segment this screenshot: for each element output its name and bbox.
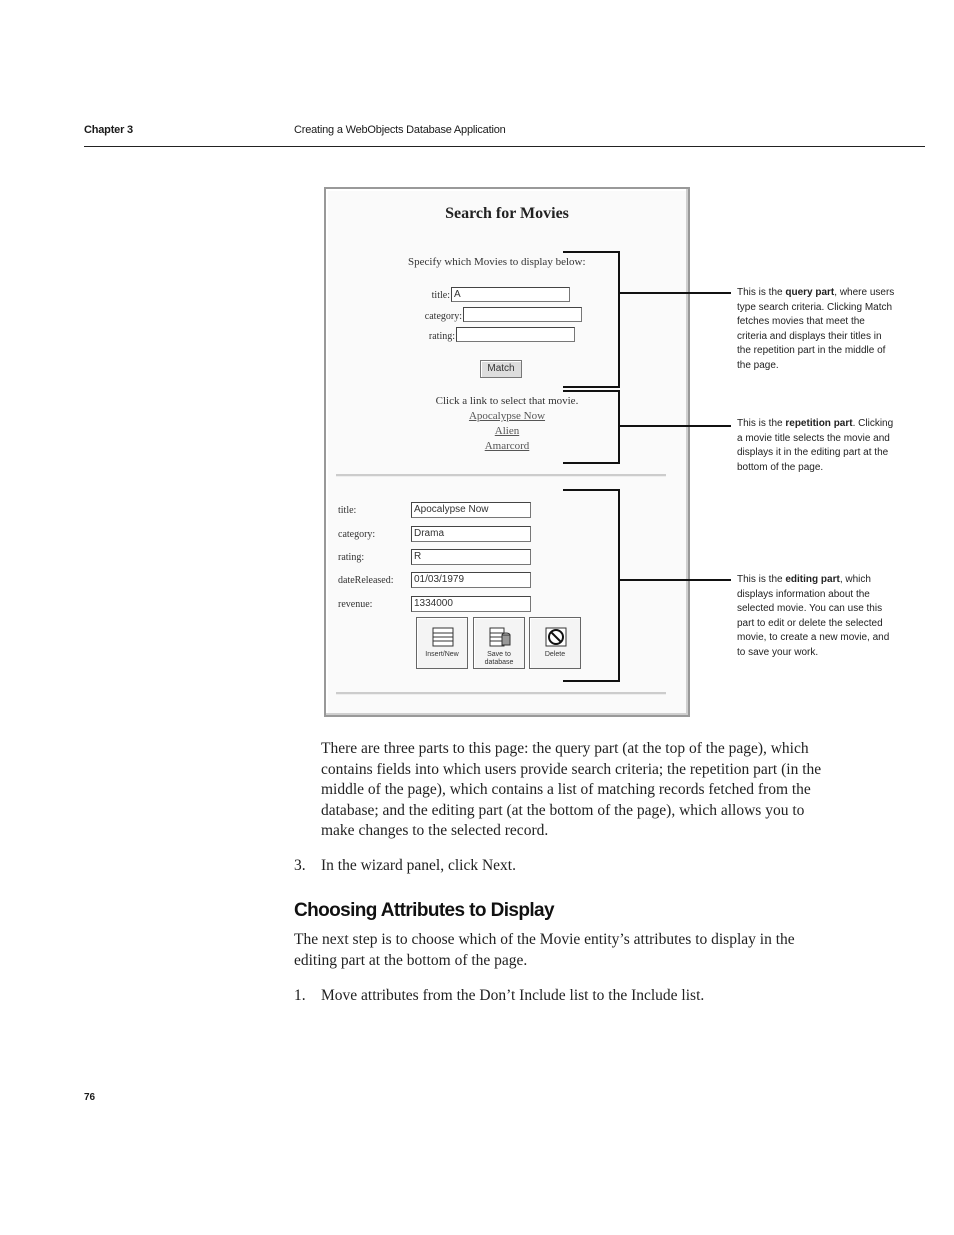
movie-link-apocalypse-now[interactable]: Apocalypse Now (326, 410, 688, 422)
query-part-bracket (563, 251, 620, 388)
query-rating-label: rating: (428, 331, 455, 342)
header-rule (84, 146, 925, 147)
repetition-part-callout: This is the repetition part. Clicking a … (737, 418, 894, 473)
edit-revenue-input[interactable]: 1334000 (411, 596, 531, 612)
edit-date-released-input[interactable]: 01/03/1979 (411, 572, 531, 588)
next-step-paragraph: The next step is to choose which of the … (294, 931, 795, 969)
three-parts-paragraph: There are three parts to this page: the … (321, 740, 822, 839)
query-part-callout: This is the query part, where users type… (737, 287, 895, 371)
query-category-label: category: (424, 311, 462, 322)
query-part-leader (619, 292, 731, 294)
save-to-database-button[interactable]: Save to database (473, 617, 525, 669)
edit-title-label: title: (338, 505, 357, 516)
search-movies-screenshot: Search for Movies Specify which Movies t… (324, 187, 690, 717)
repetition-part-leader (619, 425, 731, 427)
repetition-part-bracket (563, 390, 620, 464)
section-heading: Choosing Attributes to Display (294, 900, 555, 921)
edit-revenue-label: revenue: (338, 599, 373, 610)
editing-part-leader (619, 579, 731, 581)
running-title: Creating a WebObjects Database Applicati… (294, 124, 506, 136)
query-rating-input[interactable] (456, 327, 575, 342)
editing-part-callout: This is the editing part, which displays… (737, 574, 890, 658)
insert-new-icon (432, 627, 454, 647)
save-to-database-icon (489, 627, 511, 647)
query-prompt: Specify which Movies to display below: (408, 256, 586, 268)
step-1-number: 1. (294, 987, 306, 1004)
edit-category-label: category: (338, 529, 376, 540)
edit-rating-input[interactable]: R (411, 549, 531, 565)
chapter-label: Chapter 3 (84, 124, 133, 136)
screenshot-title: Search for Movies (445, 205, 569, 222)
insert-new-button[interactable]: Insert/New (416, 617, 468, 669)
repetition-prompt: Click a link to select that movie. (435, 395, 579, 407)
edit-title-input[interactable]: Apocalypse Now (411, 502, 531, 518)
step-3-text: In the wizard panel, click Next. (321, 857, 516, 874)
movie-link-amarcord[interactable]: Amarcord (326, 440, 688, 452)
query-title-input[interactable]: A (451, 287, 570, 302)
step-3-number: 3. (294, 857, 306, 874)
edit-date-released-label: dateReleased: (338, 575, 394, 586)
edit-rating-label: rating: (338, 552, 365, 563)
save-to-database-label: Save to database (484, 651, 514, 666)
match-button[interactable]: Match (480, 360, 522, 378)
bottom-divider (336, 692, 666, 695)
page-number: 76 (84, 1092, 96, 1103)
editing-part-bracket (563, 489, 620, 682)
query-title-label: title: (431, 290, 450, 301)
insert-new-label: Insert/New (425, 651, 459, 658)
section-divider (336, 474, 666, 477)
edit-category-input[interactable]: Drama (411, 526, 531, 542)
step-1-text: Move attributes from the Don’t Include l… (321, 987, 705, 1004)
